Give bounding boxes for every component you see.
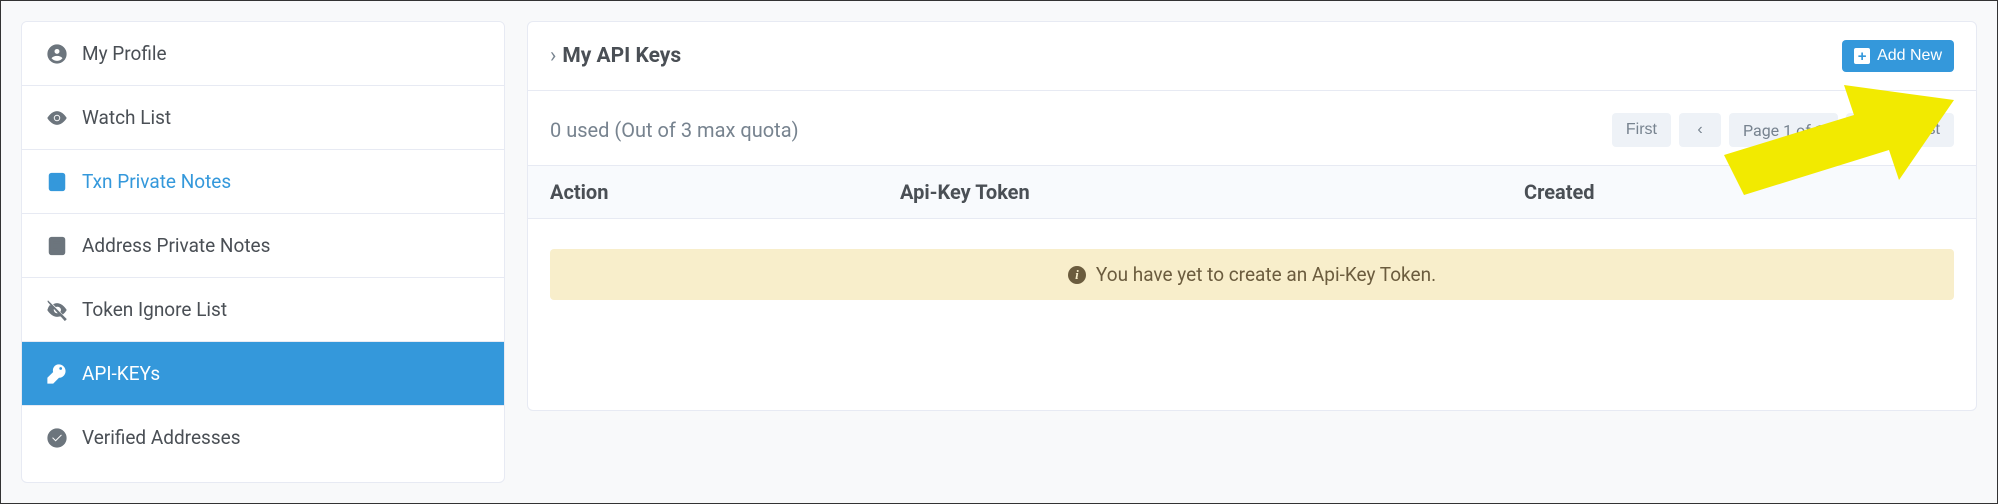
page-title: My API Keys <box>562 44 681 68</box>
column-header-created: Created <box>1524 180 1954 204</box>
sidebar-item-my-profile[interactable]: My Profile <box>22 22 504 86</box>
main-header: › My API Keys + Add New <box>528 22 1976 91</box>
plus-icon: + <box>1854 48 1870 64</box>
note-icon <box>46 235 68 257</box>
pager: First ‹ Page 1 of 1 › Last <box>1612 113 1954 147</box>
sidebar-item-label: Txn Private Notes <box>82 170 231 193</box>
pager-last-button[interactable]: Last <box>1896 113 1954 147</box>
table-header: Action Api-Key Token Created <box>528 165 1976 219</box>
sidebar-item-label: Token Ignore List <box>82 298 227 321</box>
table-body: i You have yet to create an Api-Key Toke… <box>528 219 1976 330</box>
sidebar-item-label: Verified Addresses <box>82 426 241 449</box>
sidebar-item-address-private-notes[interactable]: Address Private Notes <box>22 214 504 278</box>
sidebar-item-verified-addresses[interactable]: Verified Addresses <box>22 406 504 469</box>
main-panel: › My API Keys + Add New 0 used (Out of 3… <box>527 21 1977 411</box>
empty-state-alert: i You have yet to create an Api-Key Toke… <box>550 249 1954 300</box>
sidebar-item-label: Address Private Notes <box>82 234 270 257</box>
sidebar-item-label: My Profile <box>82 42 167 65</box>
column-header-action: Action <box>550 180 900 204</box>
pager-prev-button[interactable]: ‹ <box>1679 113 1721 147</box>
eye-icon <box>46 107 68 129</box>
sidebar-item-txn-private-notes[interactable]: Txn Private Notes <box>22 150 504 214</box>
sidebar-item-label: API-KEYs <box>82 362 160 385</box>
sidebar-item-watch-list[interactable]: Watch List <box>22 86 504 150</box>
pager-next-button[interactable]: › <box>1846 113 1888 147</box>
alert-text: You have yet to create an Api-Key Token. <box>1096 263 1436 286</box>
quota-row: 0 used (Out of 3 max quota) First ‹ Page… <box>528 91 1976 165</box>
pager-page-label: Page 1 of 1 <box>1729 113 1838 147</box>
sidebar-item-label: Watch List <box>82 106 171 129</box>
user-circle-icon <box>46 43 68 65</box>
add-new-button[interactable]: + Add New <box>1842 40 1954 72</box>
sidebar-item-api-keys[interactable]: API-KEYs <box>22 342 504 406</box>
page-title-wrap: › My API Keys <box>550 44 681 68</box>
chevron-right-icon: › <box>550 44 556 68</box>
note-icon <box>46 171 68 193</box>
key-icon <box>46 363 68 385</box>
sidebar: My Profile Watch List Txn Private Notes … <box>21 21 505 483</box>
eye-off-icon <box>46 299 68 321</box>
sidebar-item-token-ignore-list[interactable]: Token Ignore List <box>22 278 504 342</box>
info-icon: i <box>1068 266 1086 284</box>
check-circle-icon <box>46 427 68 449</box>
pager-first-button[interactable]: First <box>1612 113 1671 147</box>
column-header-token: Api-Key Token <box>900 180 1524 204</box>
quota-text: 0 used (Out of 3 max quota) <box>550 118 799 142</box>
add-new-label: Add New <box>1877 47 1942 65</box>
